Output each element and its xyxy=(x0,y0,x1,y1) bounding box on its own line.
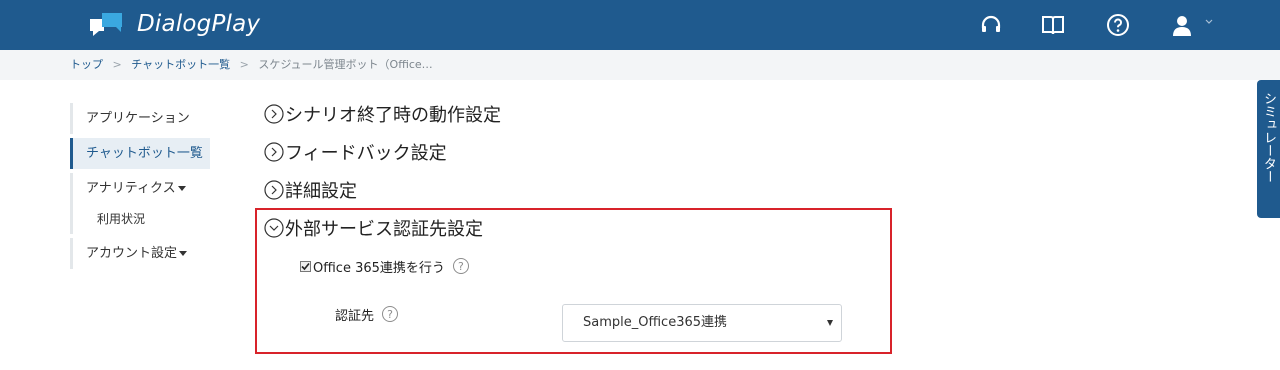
auth-target-select[interactable]: Sample_Office365連携 xyxy=(562,304,842,342)
section-feedback[interactable]: フィードバック設定 xyxy=(264,138,447,166)
checkmark-icon xyxy=(301,262,310,270)
chevron-right-circle-icon xyxy=(264,104,284,124)
user-icon[interactable] xyxy=(1170,13,1194,37)
help-icon[interactable] xyxy=(1106,13,1130,37)
top-header: DialogPlay xyxy=(0,0,1280,50)
office365-checkbox[interactable] xyxy=(300,260,311,272)
logo-icon[interactable] xyxy=(90,12,124,38)
section-external-auth[interactable]: 外部サービス認証先設定 xyxy=(264,214,483,242)
dropdown-arrow-icon xyxy=(827,320,833,326)
sidebar-item-label: アカウント設定 xyxy=(86,246,178,261)
office365-option: Office 365連携を行う ? xyxy=(300,257,469,276)
auth-target-label: 認証先 xyxy=(335,308,375,324)
sidebar-item-applications[interactable]: アプリケーション xyxy=(70,103,210,134)
help-icon[interactable]: ? xyxy=(382,306,399,322)
sidebar: アプリケーション チャットボット一覧 アナリティクス 利用状況 アカウント設定 xyxy=(70,103,210,269)
section-title: 詳細設定 xyxy=(285,181,357,202)
sidebar-item-label: アプリケーション xyxy=(86,111,190,126)
sidebar-item-account-settings[interactable]: アカウント設定 xyxy=(70,238,210,269)
sidebar-subitem-usage[interactable]: 利用状況 xyxy=(70,204,210,234)
breadcrumb: トップ > チャットボット一覧 > スケジュール管理ボット（Office… xyxy=(0,50,1280,80)
simulator-tab[interactable]: シミュレーター xyxy=(1257,80,1280,218)
breadcrumb-separator: > xyxy=(239,58,249,71)
chevron-right-circle-icon xyxy=(264,142,284,162)
headset-icon[interactable] xyxy=(979,13,1003,37)
caret-down-icon xyxy=(177,186,186,191)
sidebar-item-label: アナリティクス xyxy=(86,181,176,196)
chevron-down-icon[interactable] xyxy=(1205,18,1213,26)
section-title: フィードバック設定 xyxy=(285,143,447,164)
chevron-right-circle-icon xyxy=(264,180,284,200)
section-scenario-end[interactable]: シナリオ終了時の動作設定 xyxy=(264,100,501,128)
sidebar-item-label: 利用状況 xyxy=(97,212,146,226)
breadcrumb-separator: > xyxy=(112,58,122,71)
sidebar-item-chatbot-list[interactable]: チャットボット一覧 xyxy=(70,138,210,169)
auth-target-select-value: Sample_Office365連携 xyxy=(583,315,728,330)
auth-target-row: 認証先 ? xyxy=(335,305,399,324)
book-icon[interactable] xyxy=(1041,13,1065,37)
caret-down-icon xyxy=(179,251,188,256)
breadcrumb-chatbot-list[interactable]: チャットボット一覧 xyxy=(131,58,230,71)
simulator-tab-label: シミュレーター xyxy=(1261,92,1276,183)
sidebar-item-label: チャットボット一覧 xyxy=(86,146,203,161)
breadcrumb-top[interactable]: トップ xyxy=(70,58,103,71)
section-title: 外部サービス認証先設定 xyxy=(285,219,483,240)
chevron-down-circle-icon xyxy=(264,218,284,238)
sidebar-item-analytics[interactable]: アナリティクス xyxy=(70,173,210,204)
office365-checkbox-label[interactable]: Office 365連携を行う xyxy=(313,257,445,276)
section-advanced[interactable]: 詳細設定 xyxy=(264,176,357,204)
breadcrumb-current: スケジュール管理ボット（Office… xyxy=(258,58,433,71)
help-icon[interactable]: ? xyxy=(452,258,469,274)
section-title: シナリオ終了時の動作設定 xyxy=(285,105,501,126)
brand-name[interactable]: DialogPlay xyxy=(137,11,260,37)
